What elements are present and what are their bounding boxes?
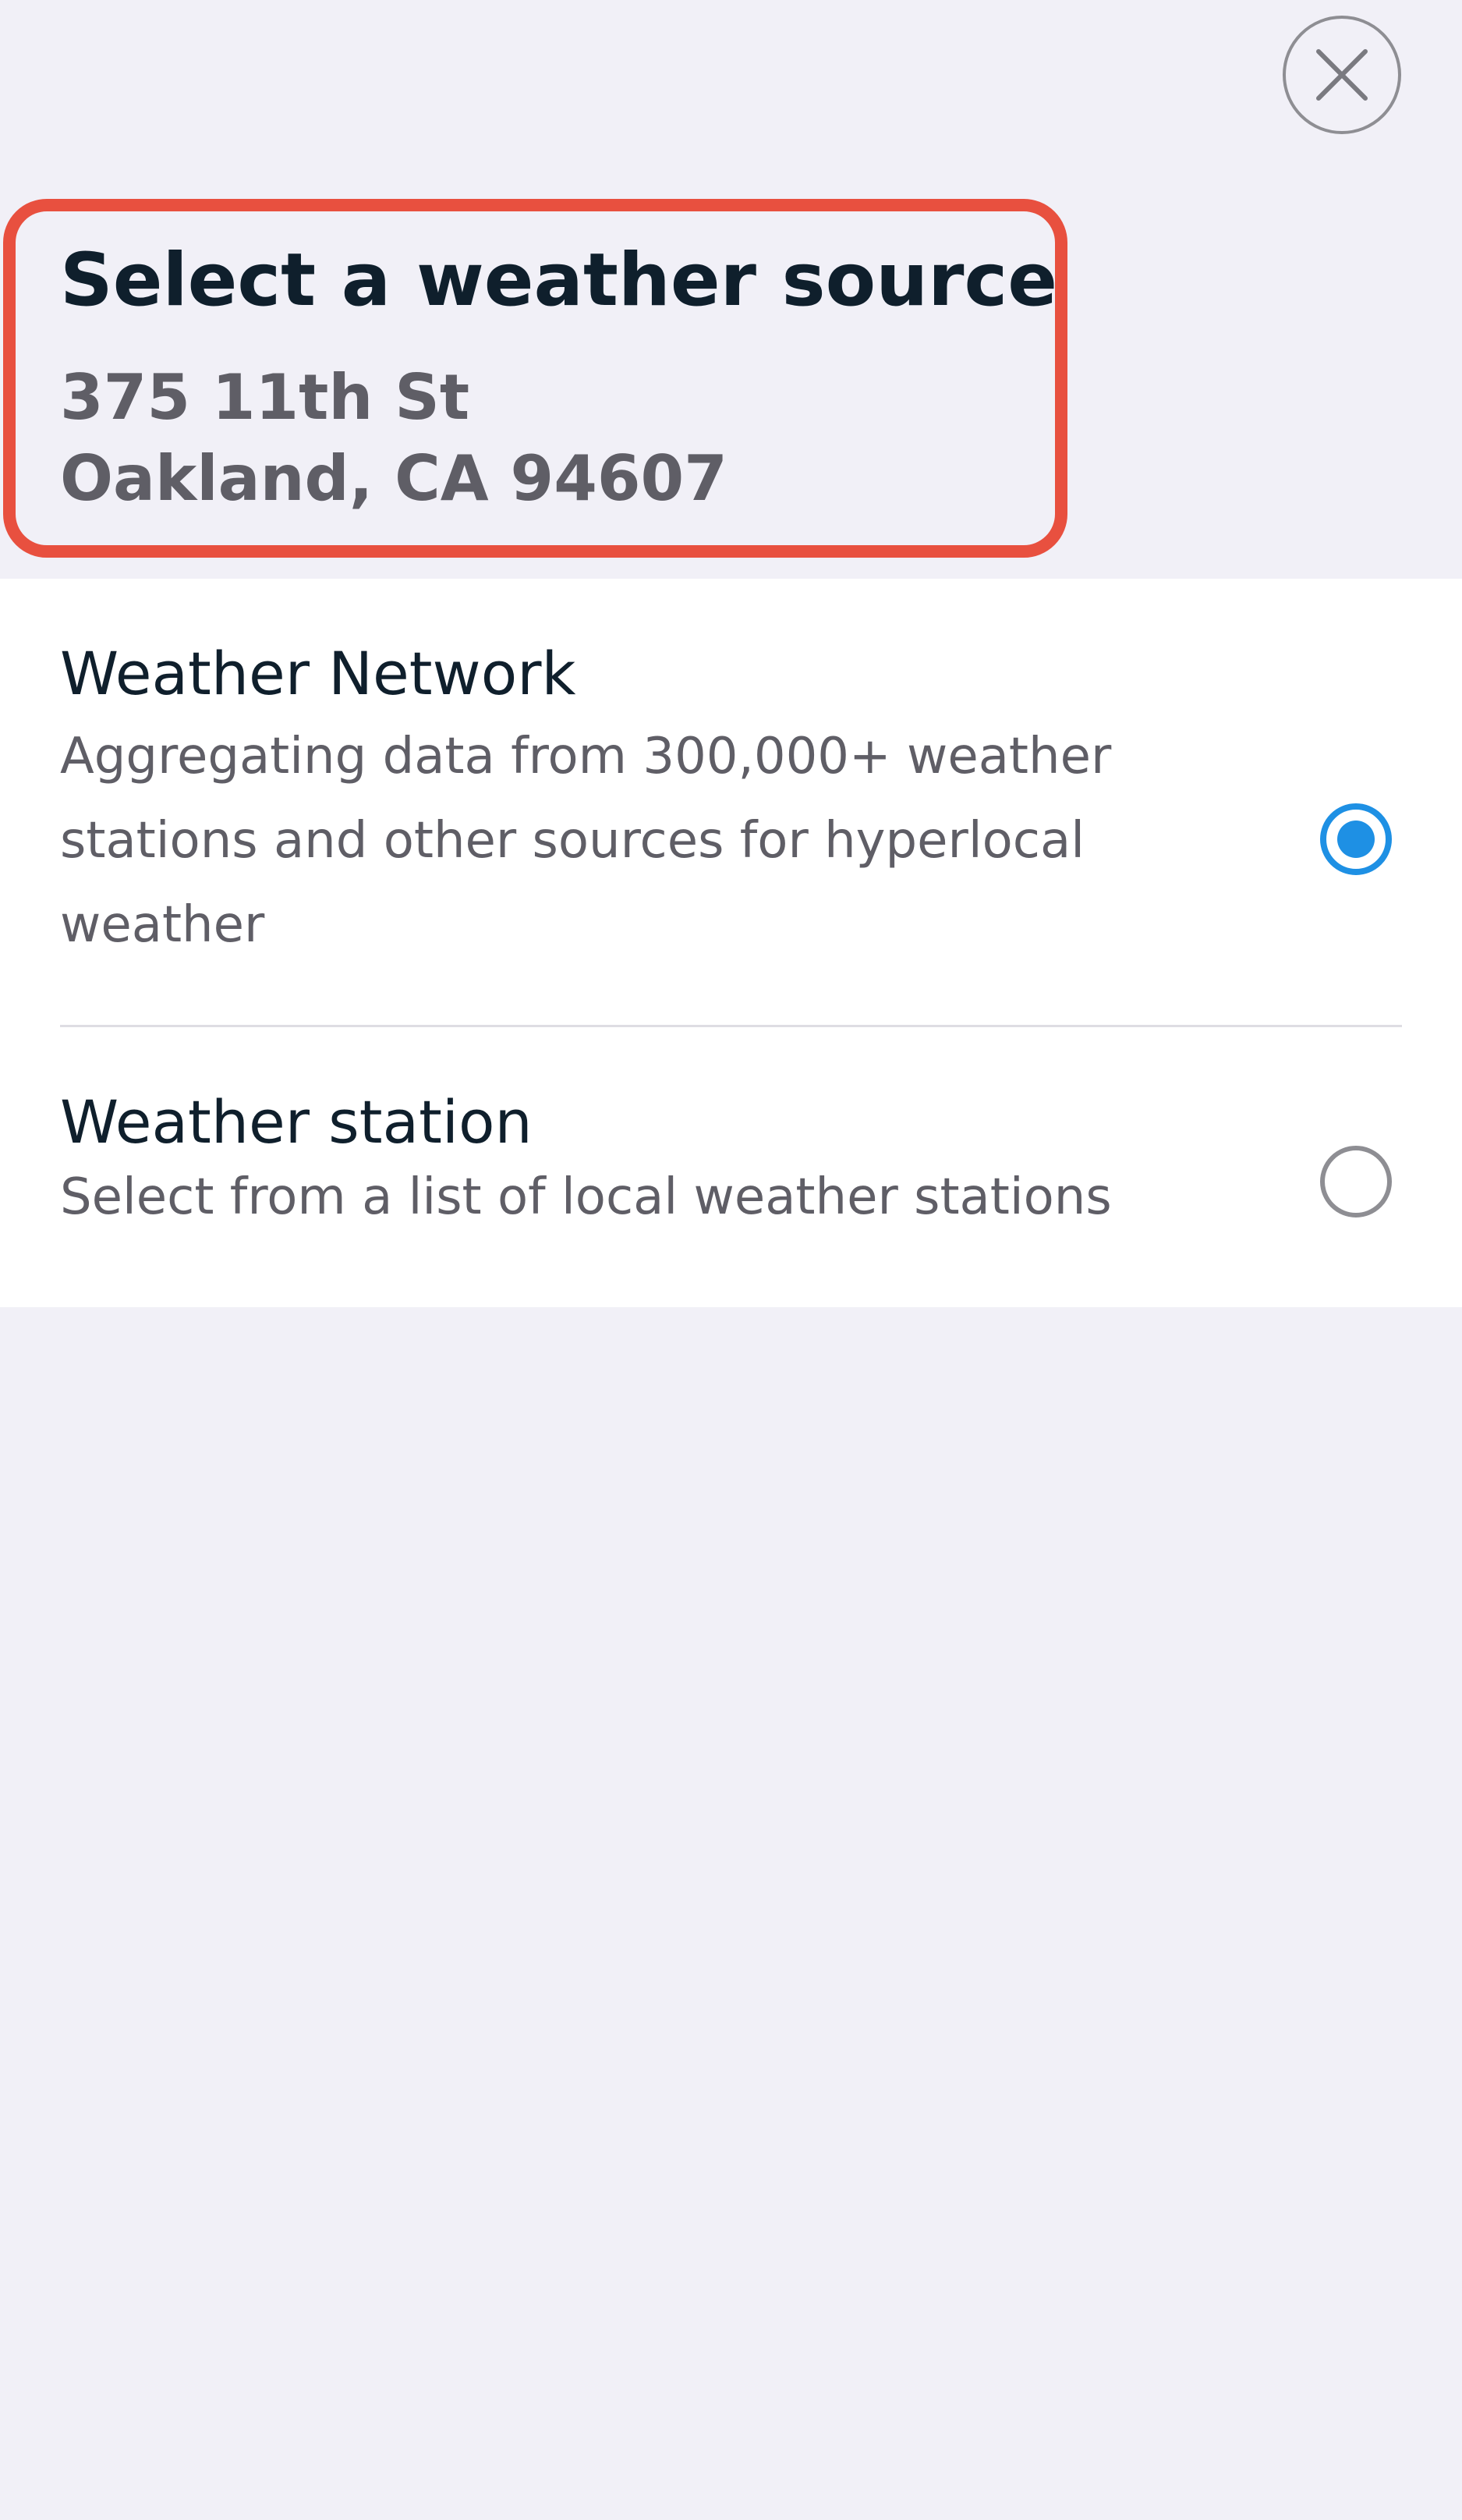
option-title: Weather Network	[60, 639, 576, 708]
option-title: Weather station	[60, 1087, 533, 1157]
close-button[interactable]	[1283, 16, 1401, 134]
option-weather-station[interactable]: Weather station Select from a list of lo…	[0, 1027, 1462, 1307]
address-line-2: Oakland, CA 94607	[60, 442, 727, 515]
radio-dot	[1337, 821, 1375, 858]
location-address: 375 11th St Oakland, CA 94607	[60, 357, 727, 519]
close-icon	[1316, 49, 1368, 101]
radio-button-selected[interactable]	[1320, 803, 1392, 875]
radio-button-unselected[interactable]	[1320, 1146, 1392, 1217]
option-description: Select from a list of local weather stat…	[60, 1168, 1112, 1226]
option-weather-network[interactable]: Weather Network Aggregating data from 30…	[0, 579, 1462, 1025]
page-title: Select a weather source	[60, 238, 1057, 323]
weather-source-options: Weather Network Aggregating data from 30…	[0, 579, 1462, 1307]
option-description: Aggregating data from 300,000+ weather s…	[60, 728, 1112, 954]
address-line-1: 375 11th St	[60, 361, 470, 434]
